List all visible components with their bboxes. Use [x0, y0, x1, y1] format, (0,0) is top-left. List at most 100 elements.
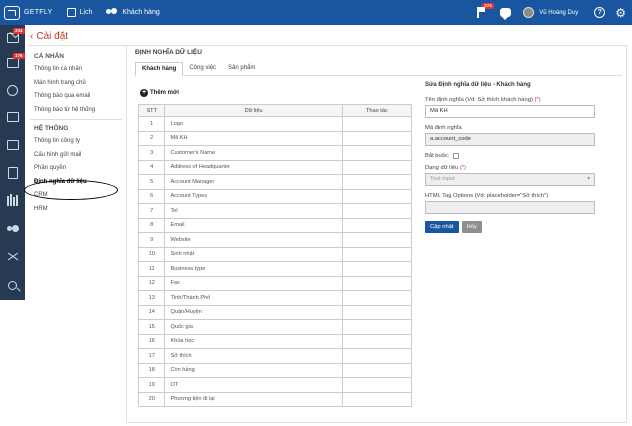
- row-actions[interactable]: [341, 116, 413, 132]
- nav-customers[interactable]: Khách hàng: [106, 8, 160, 17]
- row-actions[interactable]: [341, 145, 413, 161]
- data-type-select[interactable]: Text input: [425, 173, 595, 186]
- row-actions[interactable]: [341, 159, 413, 175]
- row-field-name[interactable]: Phương tiện đi lại: [164, 391, 343, 407]
- cancel-button[interactable]: Hủy: [461, 221, 482, 233]
- row-field-name[interactable]: Khóa học: [164, 333, 343, 349]
- table-row[interactable]: 12 Fax: [137, 275, 413, 291]
- nav-item-hrm[interactable]: HRM: [30, 203, 122, 217]
- row-actions[interactable]: [341, 304, 413, 320]
- nav-calendar[interactable]: Lịch: [66, 8, 92, 17]
- table-row[interactable]: 1 Logo: [137, 116, 413, 132]
- back-chevron-icon[interactable]: ‹: [30, 31, 33, 42]
- tab-customers[interactable]: Khách hàng: [135, 62, 184, 76]
- nav-divider: [30, 119, 122, 120]
- row-field-name[interactable]: Sở thích: [164, 348, 343, 364]
- rail-books[interactable]: [0, 189, 25, 213]
- table-row[interactable]: 15 Quốc gia: [137, 319, 413, 335]
- row-actions[interactable]: [341, 333, 413, 349]
- row-actions[interactable]: [341, 203, 413, 219]
- row-actions[interactable]: [341, 362, 413, 378]
- nav-item-personal-info[interactable]: Thông tin cá nhân: [30, 63, 122, 77]
- table-row[interactable]: 4 Address of Headquarter: [137, 159, 413, 175]
- add-new-button[interactable]: + Thêm mới: [140, 89, 179, 97]
- definition-name-input[interactable]: Mã KH: [425, 105, 595, 118]
- html-options-input[interactable]: [425, 201, 595, 214]
- row-actions[interactable]: [341, 188, 413, 204]
- row-field-name[interactable]: Tel: [164, 203, 343, 219]
- nav-item-company-info[interactable]: Thông tin công ty: [30, 135, 122, 149]
- rail-network[interactable]: [0, 245, 25, 269]
- chat-icon[interactable]: [500, 8, 512, 20]
- rail-workflow[interactable]: [0, 78, 25, 102]
- brand[interactable]: GETFLY: [4, 0, 53, 25]
- table-row[interactable]: 3 Customer's Name: [137, 145, 413, 161]
- nav-item-mail-config[interactable]: Cấu hình gửi mail: [30, 149, 122, 163]
- avatar[interactable]: [523, 7, 535, 18]
- row-field-name[interactable]: Tỉnh/Thành Phố: [164, 290, 343, 306]
- tab-products[interactable]: Sản phẩm: [222, 62, 261, 76]
- tab-tasks[interactable]: Công việc: [183, 62, 222, 76]
- row-actions[interactable]: [341, 377, 413, 393]
- row-actions[interactable]: [341, 246, 413, 262]
- rail-search[interactable]: [0, 273, 25, 297]
- row-field-name[interactable]: Còn hàng: [164, 362, 343, 378]
- row-field-name[interactable]: Sinh nhật: [164, 246, 343, 262]
- help-icon[interactable]: ?: [594, 7, 606, 18]
- row-actions[interactable]: [341, 348, 413, 364]
- table-row[interactable]: 7 Tel: [137, 203, 413, 219]
- row-actions[interactable]: [341, 290, 413, 306]
- rail-calendar[interactable]: 176: [0, 51, 25, 75]
- row-field-name[interactable]: Address of Headquarter: [164, 159, 343, 175]
- row-field-name[interactable]: OT: [164, 377, 343, 393]
- nav-item-home-screen[interactable]: Màn hình trang chủ: [30, 77, 122, 91]
- table-row[interactable]: 18 Còn hàng: [137, 362, 413, 378]
- row-actions[interactable]: [341, 217, 413, 233]
- rail-mail[interactable]: 244: [0, 26, 25, 50]
- row-actions[interactable]: [341, 130, 413, 146]
- table-row[interactable]: 2 Mã KH: [137, 130, 413, 146]
- table-row[interactable]: 8 Email: [137, 217, 413, 233]
- nav-item-email-notifications[interactable]: Thông báo qua email: [30, 90, 122, 104]
- user-name[interactable]: Vũ Hoàng Duy: [539, 10, 578, 16]
- table-row[interactable]: 9 Website: [137, 232, 413, 248]
- table-row[interactable]: 13 Tỉnh/Thành Phố: [137, 290, 413, 306]
- row-field-name[interactable]: Customer's Name: [164, 145, 343, 161]
- nav-item-system-notifications[interactable]: Thông báo từ hệ thống: [30, 104, 122, 118]
- row-actions[interactable]: [341, 275, 413, 291]
- row-field-name[interactable]: Business type: [164, 261, 343, 277]
- rail-people[interactable]: [0, 218, 25, 242]
- row-field-name[interactable]: Website: [164, 232, 343, 248]
- row-field-name[interactable]: Mã KH: [164, 130, 343, 146]
- gear-icon[interactable]: ⚙: [615, 7, 626, 19]
- table-row[interactable]: 14 Quận/Huyện: [137, 304, 413, 320]
- table-row[interactable]: 16 Khóa học: [137, 333, 413, 349]
- row-field-name[interactable]: Quận/Huyện: [164, 304, 343, 320]
- table-row[interactable]: 20 Phương tiện đi lại: [137, 391, 413, 407]
- rail-presentation[interactable]: [0, 105, 25, 129]
- table-row[interactable]: 10 Sinh nhật: [137, 246, 413, 262]
- row-field-name[interactable]: Fax: [164, 275, 343, 291]
- row-actions[interactable]: [341, 174, 413, 190]
- table-row[interactable]: 11 Business type: [137, 261, 413, 277]
- definition-code-input[interactable]: a.account_code: [425, 133, 595, 146]
- row-actions[interactable]: [341, 391, 413, 407]
- update-button[interactable]: Cập nhật: [425, 221, 459, 233]
- row-actions[interactable]: [341, 232, 413, 248]
- row-actions[interactable]: [341, 261, 413, 277]
- row-field-name[interactable]: Email: [164, 217, 343, 233]
- row-field-name[interactable]: Account Manager: [164, 174, 343, 190]
- table-row[interactable]: 6 Account Types: [137, 188, 413, 204]
- flag-icon[interactable]: 274: [476, 3, 494, 18]
- row-field-name[interactable]: Quốc gia: [164, 319, 343, 335]
- row-field-name[interactable]: Logo: [164, 116, 343, 132]
- nav-item-permissions[interactable]: Phân quyền: [30, 162, 122, 176]
- table-row[interactable]: 19 OT: [137, 377, 413, 393]
- required-checkbox[interactable]: [452, 153, 459, 159]
- table-row[interactable]: 17 Sở thích: [137, 348, 413, 364]
- row-field-name[interactable]: Account Types: [164, 188, 343, 204]
- rail-list[interactable]: [0, 133, 25, 157]
- rail-clipboard[interactable]: [0, 161, 25, 185]
- table-row[interactable]: 5 Account Manager: [137, 174, 413, 190]
- row-actions[interactable]: [341, 319, 413, 335]
